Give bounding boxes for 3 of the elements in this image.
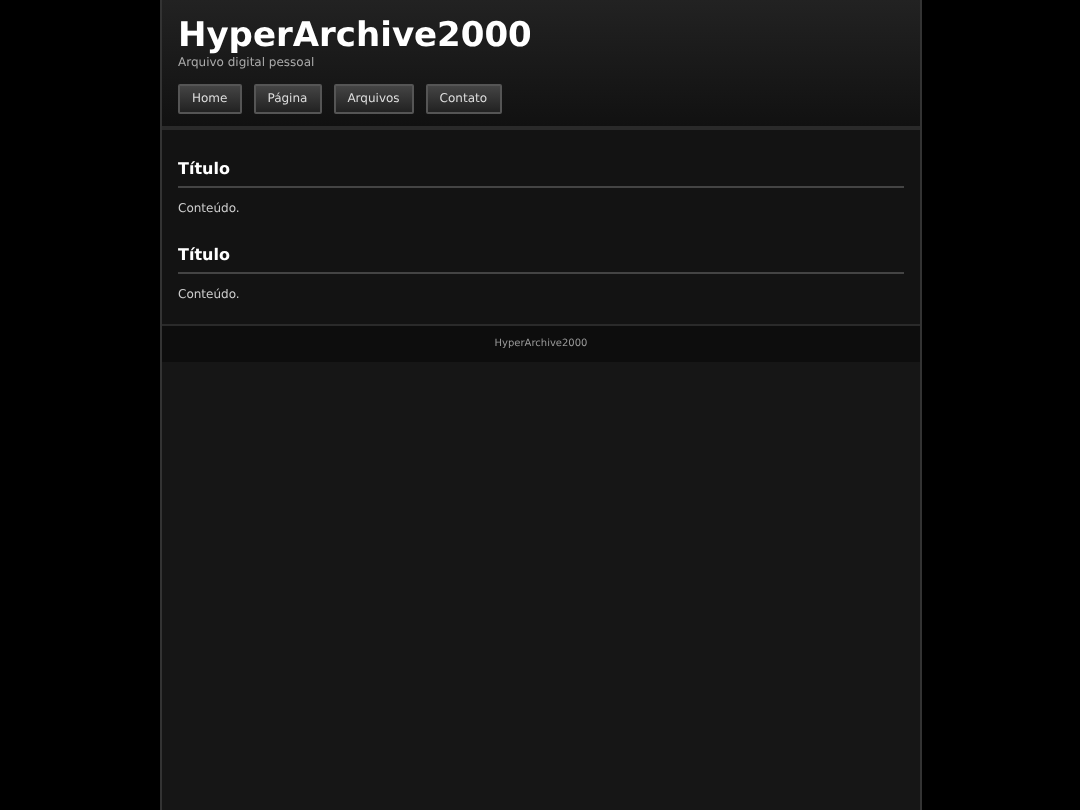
post-title: Título	[178, 244, 904, 274]
post-title: Título	[178, 158, 904, 188]
site-title: HyperArchive2000	[178, 16, 534, 56]
